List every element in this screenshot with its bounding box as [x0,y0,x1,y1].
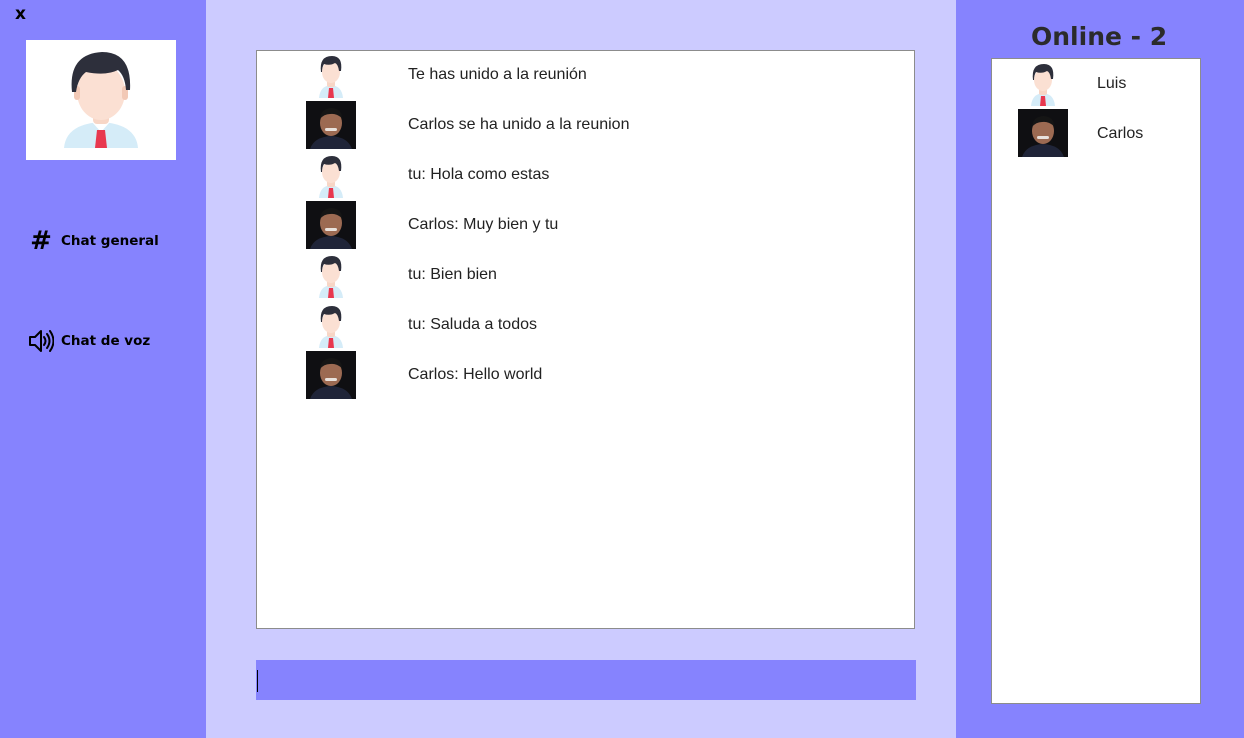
left-sidebar: x # Chat general Chat de voz [0,0,206,738]
online-count-title: Online - 2 [1031,22,1168,51]
online-user-item[interactable]: Luis [992,59,1200,109]
message-text: Te has unido a la reunión [408,66,587,83]
chat-message: Te has unido a la reunión [257,51,914,99]
sidebar-item-chat-de-voz[interactable]: Chat de voz [28,328,150,354]
close-button[interactable]: x [15,4,26,24]
default-avatar-icon [306,251,356,299]
default-avatar-icon [306,301,356,349]
default-user-icon [64,52,138,148]
default-avatar-icon [306,151,356,199]
message-text: Carlos se ha unido a la reunion [408,116,630,133]
sidebar-item-chat-general[interactable]: # Chat general [28,228,159,254]
message-text: Carlos: Hello world [408,366,543,383]
online-user-item[interactable]: Carlos [992,109,1200,159]
sidebar-item-label: Chat de voz [61,333,151,349]
photo-avatar-icon [306,351,356,399]
message-text: tu: Hola como estas [408,166,550,183]
sidebar-item-label: Chat general [61,233,159,249]
photo-avatar-icon [306,101,356,149]
default-avatar-icon [1018,59,1068,107]
chat-message: tu: Hola como estas [257,151,914,199]
message-text: Carlos: Muy bien y tu [408,216,559,233]
message-text: tu: Bien bien [408,266,497,283]
online-users-list[interactable]: Luis Carlos [991,58,1201,704]
text-cursor [257,670,258,692]
chat-message: Carlos se ha unido a la reunion [257,101,914,149]
chat-messages-area[interactable]: Te has unido a la reunión Carlos se ha u… [256,50,915,629]
message-text: tu: Saluda a todos [408,316,537,333]
chat-message: tu: Bien bien [257,251,914,299]
speaker-icon [28,328,54,354]
default-avatar-icon [306,51,356,99]
profile-avatar [26,40,176,160]
online-user-name: Carlos [1097,125,1144,142]
photo-avatar-icon [1018,109,1068,157]
online-user-name: Luis [1097,75,1127,92]
hash-icon: # [30,226,52,256]
chat-message: Carlos: Muy bien y tu [257,201,914,249]
chat-message: Carlos: Hello world [257,351,914,399]
chat-message: tu: Saluda a todos [257,301,914,349]
message-input[interactable] [256,660,916,700]
photo-avatar-icon [306,201,356,249]
